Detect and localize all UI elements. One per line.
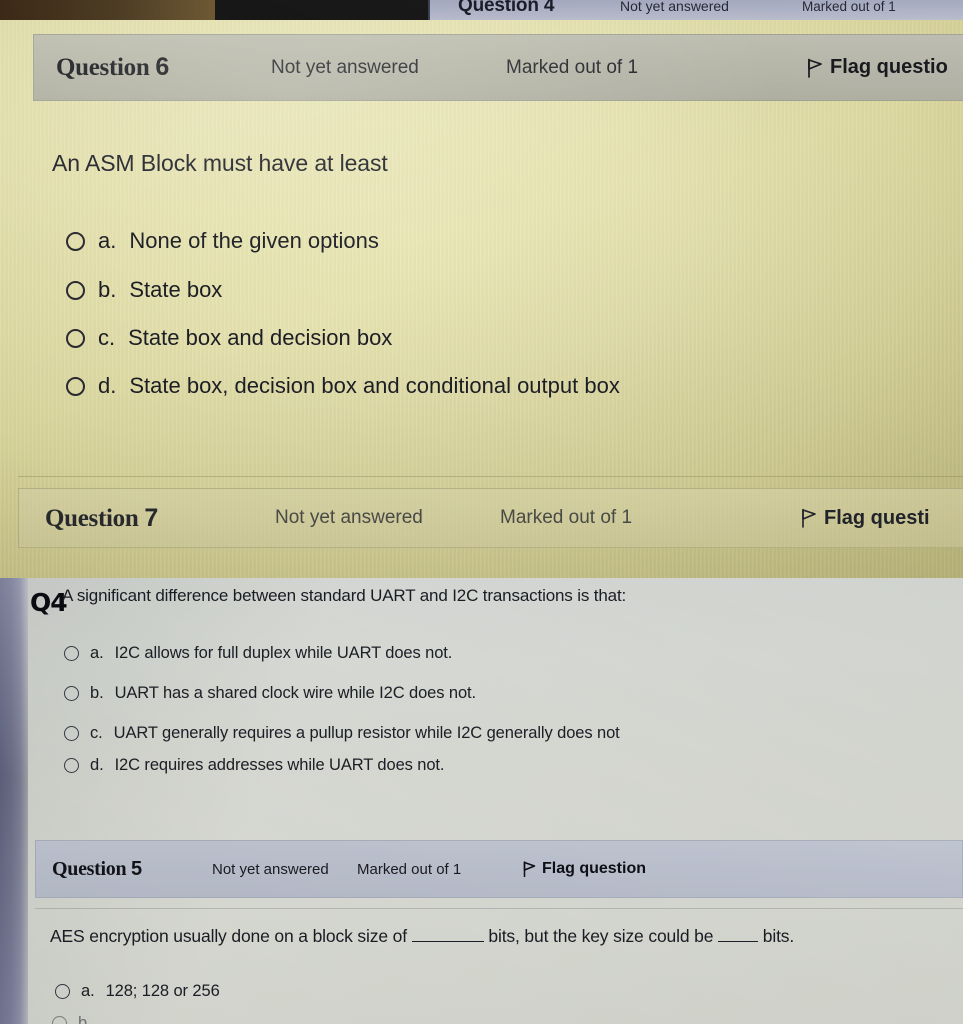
question-6-option-b[interactable]: b. State box	[66, 277, 222, 303]
radio-button[interactable]	[64, 686, 79, 701]
question-5-blank-1	[411, 941, 484, 942]
option-key: c.	[98, 325, 116, 350]
option-key: c.	[90, 724, 103, 742]
radio-button[interactable]	[55, 984, 70, 999]
option-text: 128; 128 or 256	[105, 982, 220, 1000]
option-text: None of the given options	[129, 228, 379, 253]
option-key: a.	[81, 982, 95, 1000]
question-6-option-c[interactable]: c. State box and decision box	[66, 325, 392, 351]
question-5-number: Question 5	[52, 858, 212, 881]
question-7-flag-label: Flag questi	[824, 506, 930, 529]
question-5-marks: Marked out of 1	[357, 860, 462, 878]
question-5-flag-button[interactable]: Flag question	[522, 860, 646, 878]
top-question-label: Question 4	[458, 0, 555, 16]
question-4-option-c[interactable]: c. UART generally requires a pullup resi…	[64, 724, 620, 743]
question-5-stem-part2: bits, but the key size could be	[488, 926, 714, 946]
question-7-status: Not yet answered	[275, 507, 423, 528]
flag-icon	[806, 58, 823, 78]
option-key: a.	[98, 228, 117, 253]
question-6-header: Question 6 Not yet answered Marked out o…	[33, 34, 963, 101]
question-5-stem-part3: bits.	[762, 926, 795, 946]
question-7-marks: Marked out of 1	[500, 507, 633, 528]
radio-button[interactable]	[66, 376, 85, 396]
option-text: UART has a shared clock wire while I2C d…	[114, 684, 477, 702]
radio-button[interactable]	[66, 280, 85, 300]
option-key: b.	[90, 684, 104, 702]
question-5-option-b-clipped[interactable]: b.	[52, 1014, 103, 1024]
section-divider-lower	[35, 908, 963, 909]
question-7-header: Question 7 Not yet answered Marked out o…	[18, 488, 963, 548]
option-text: State box	[129, 277, 223, 302]
question-7-flag-button[interactable]: Flag questi	[800, 507, 930, 530]
option-text: I2C requires addresses while UART does n…	[114, 756, 445, 774]
option-key: b.	[78, 1014, 92, 1024]
option-text: State box and decision box	[128, 325, 393, 350]
radio-button[interactable]	[66, 328, 85, 348]
question-6-flag-button[interactable]: Flag questio	[806, 56, 948, 79]
option-key: a.	[90, 644, 104, 662]
top-question-marks: Marked out of 1	[802, 0, 896, 14]
flag-icon	[800, 508, 817, 528]
flag-icon	[522, 861, 536, 878]
question-6-stem: An ASM Block must have at least	[52, 150, 388, 176]
radio-button[interactable]	[64, 758, 79, 773]
option-text: State box, decision box and conditional …	[129, 373, 620, 398]
section-divider	[18, 476, 963, 477]
question-5-stem-part1: AES encryption usually done on a block s…	[50, 926, 407, 946]
top-clipped-question-header: Question 4 Not yet answered Marked out o…	[430, 0, 963, 20]
question-6-option-a[interactable]: a. None of the given options	[66, 228, 379, 254]
question-5-option-a[interactable]: a. 128; 128 or 256	[55, 982, 220, 1001]
question-5-stem: AES encryption usually done on a block s…	[50, 926, 794, 947]
question-6-flag-label: Flag questio	[830, 56, 948, 78]
option-key: d.	[90, 756, 104, 774]
question-6-status: Not yet answered	[271, 56, 419, 78]
question-6-number: Question 6	[56, 53, 271, 82]
question-6-marks: Marked out of 1	[506, 56, 639, 78]
option-text: I2C allows for full duplex while UART do…	[114, 644, 453, 662]
question-5-index: 5	[130, 857, 142, 880]
option-key: d.	[98, 373, 117, 398]
option-text: UART generally requires a pullup resisto…	[113, 724, 620, 742]
question-4-stem: A significant difference between standar…	[62, 586, 627, 605]
question-5-flag-label: Flag question	[542, 860, 646, 877]
radio-button[interactable]	[64, 726, 79, 741]
question-5-header: Question 5 Not yet answered Marked out o…	[35, 840, 963, 898]
question-5-blank-2	[718, 941, 759, 942]
top-question-status: Not yet answered	[620, 0, 729, 14]
option-key: b.	[98, 277, 117, 302]
question-5-status: Not yet answered	[212, 860, 329, 878]
question-6-index: 6	[155, 53, 170, 81]
question-5-label: Question	[52, 857, 127, 880]
question-6-label: Question	[56, 54, 150, 81]
question-4-option-b[interactable]: b. UART has a shared clock wire while I2…	[64, 684, 476, 703]
radio-button[interactable]	[66, 231, 85, 251]
photo-background-dark-patch	[215, 0, 428, 20]
screenshot-root: Question 4 Not yet answered Marked out o…	[0, 0, 963, 1024]
question-4-option-a[interactable]: a. I2C allows for full duplex while UART…	[64, 644, 452, 663]
question-7-label: Question	[45, 504, 139, 532]
question-4-option-d[interactable]: d. I2C requires addresses while UART doe…	[64, 756, 445, 775]
question-6-option-d[interactable]: d. State box, decision box and condition…	[66, 373, 620, 399]
radio-button[interactable]	[52, 1016, 67, 1024]
monitor-bezel-left	[0, 578, 28, 1024]
radio-button[interactable]	[64, 646, 79, 661]
question-7-index: 7	[144, 503, 159, 532]
question-7-number: Question 7	[45, 504, 275, 533]
